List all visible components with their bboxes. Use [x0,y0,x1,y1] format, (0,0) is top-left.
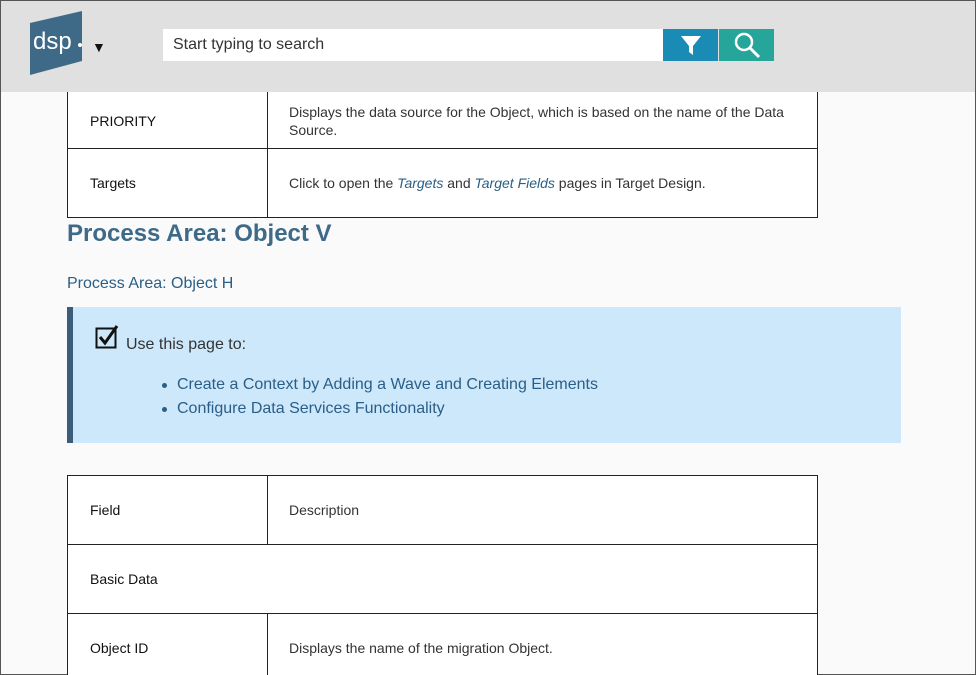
field-description: Click to open the Targets and Target Fie… [267,148,818,218]
note-link-create-context[interactable]: Create a Context by Adding a Wave and Cr… [162,373,598,397]
page-title: Process Area: Object V [67,220,332,247]
field-description: Displays the name of the migration Objec… [267,613,818,675]
targets-link[interactable]: Targets [397,175,443,191]
checkbox-icon [95,325,119,349]
field-name: Targets [67,148,268,218]
dsp-logo[interactable]: dsp [30,11,86,75]
search-input[interactable] [163,29,663,61]
target-fields-link[interactable]: Target Fields [475,175,555,191]
logo-menu-caret[interactable]: ▼ [92,39,106,55]
table-row: Targets Click to open the Targets and Ta… [67,148,818,218]
svg-text:dsp: dsp [33,28,72,55]
search-button[interactable] [719,29,774,61]
filter-icon [680,36,701,55]
breadcrumb-link[interactable]: Process Area: Object H [67,275,233,293]
column-header-field: Field [67,475,268,545]
table-group-row: Basic Data [67,544,818,614]
top-header: dsp ▼ [1,1,975,92]
column-header-description: Description [267,475,818,545]
note-box: Use this page to: Create a Context by Ad… [67,307,901,443]
note-intro: Use this page to: [126,336,247,353]
search-icon [734,32,760,59]
filter-button[interactable] [663,29,718,61]
table-row: Object ID Displays the name of the migra… [67,613,818,675]
note-link-configure-data-services[interactable]: Configure Data Services Functionality [162,397,598,421]
field-name: Object ID [67,613,268,675]
table-header-row: Field Description [67,475,818,545]
fields-table-top: PRIORITY Displays the data source for th… [67,78,818,218]
group-label: Basic Data [67,544,818,614]
note-list: Create a Context by Adding a Wave and Cr… [162,373,598,421]
fields-table: Field Description Basic Data Object ID D… [67,475,818,675]
